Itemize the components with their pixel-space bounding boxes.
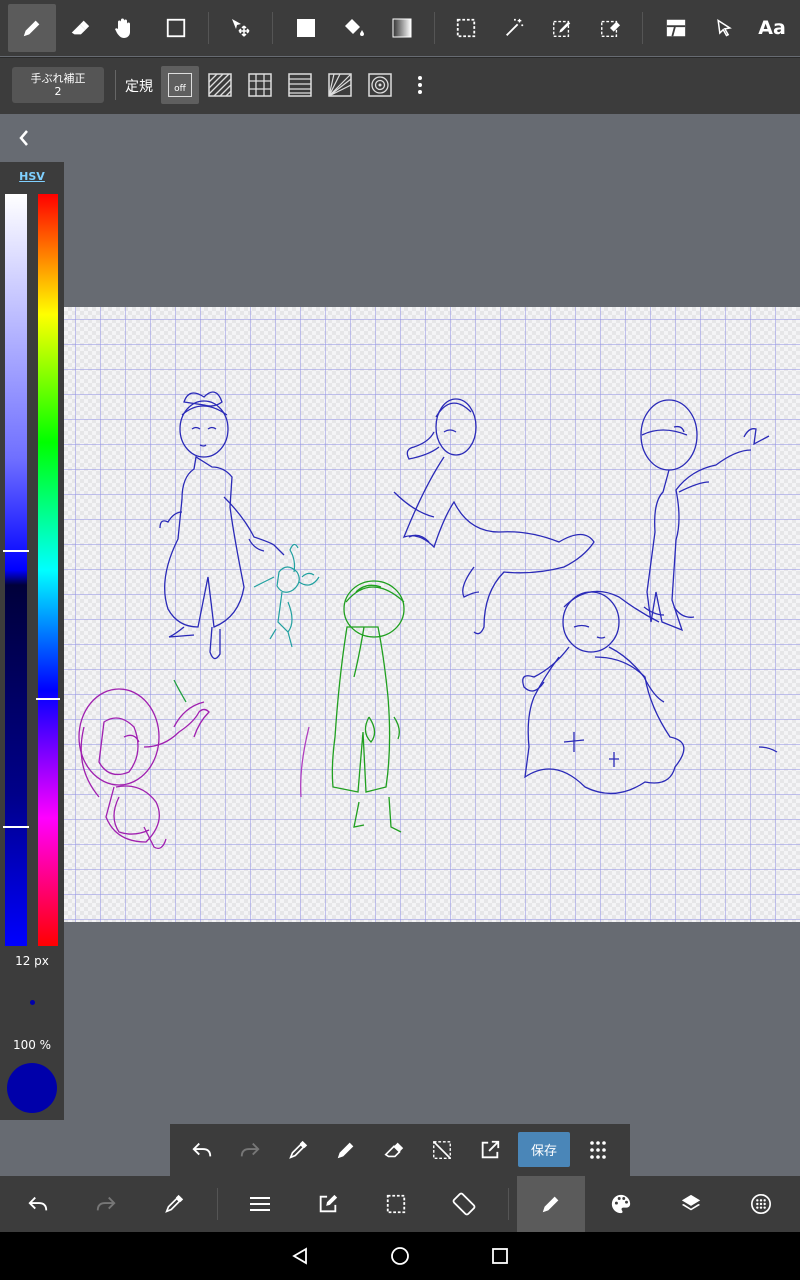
frame-divider-icon[interactable] <box>652 4 700 52</box>
home-nav-icon[interactable] <box>384 1240 416 1272</box>
edit-icon[interactable] <box>294 1176 362 1232</box>
eyedropper-icon[interactable] <box>140 1176 208 1232</box>
more-options-icon[interactable] <box>401 66 439 104</box>
drawing-canvas[interactable] <box>64 307 800 922</box>
horizontal-ruler-icon[interactable] <box>281 66 319 104</box>
deselect-icon[interactable] <box>422 1128 462 1172</box>
sketch-figure-purple <box>78 679 210 850</box>
select-icon[interactable] <box>362 1176 430 1232</box>
sketch-figure-girl-bow <box>159 391 285 660</box>
sketch-figure-dress <box>522 590 778 795</box>
ruler-off-icon[interactable]: off <box>161 66 199 104</box>
stabilizer-value: 2 <box>54 85 62 98</box>
palette-icon[interactable] <box>587 1176 655 1232</box>
sketch-figure-waving <box>640 399 770 632</box>
redo-icon[interactable] <box>72 1176 140 1232</box>
shape-tool-icon[interactable] <box>152 4 200 52</box>
grid-ruler-icon[interactable] <box>241 66 279 104</box>
ruler-off-label: off <box>174 84 186 94</box>
bucket-fill-icon[interactable] <box>330 4 378 52</box>
save-button[interactable]: 保存 <box>518 1132 570 1167</box>
brush-tool-icon[interactable] <box>8 4 56 52</box>
redo-icon[interactable] <box>230 1128 270 1172</box>
pen-icon[interactable] <box>326 1128 366 1172</box>
sketch-figure-dancer <box>393 398 595 635</box>
concentric-ruler-icon[interactable] <box>361 66 399 104</box>
move-tool-icon[interactable] <box>216 4 264 52</box>
bottom-toolbar <box>0 1176 800 1232</box>
brightness-slider[interactable] <box>5 194 27 946</box>
operation-cursor-icon[interactable] <box>700 4 748 52</box>
sketch-figure-small-teal <box>253 543 320 648</box>
rotate-icon[interactable] <box>430 1176 498 1232</box>
color-panel: HSV 12 px 100 % <box>0 162 64 1120</box>
eyedropper-icon[interactable] <box>278 1128 318 1172</box>
stabilizer-label: 手ぶれ補正 <box>30 72 86 85</box>
undo-icon[interactable] <box>182 1128 222 1172</box>
brightness-slider-handle[interactable] <box>3 825 29 828</box>
text-tool-icon[interactable]: Aa <box>748 4 796 52</box>
sketch-figure-green-girl <box>300 580 405 833</box>
hand-tool-icon[interactable] <box>100 4 148 52</box>
magic-wand-icon[interactable] <box>490 4 538 52</box>
hue-slider[interactable] <box>38 194 58 946</box>
eraser-tool-icon[interactable] <box>56 4 104 52</box>
eraser-icon[interactable] <box>374 1128 414 1172</box>
current-color-swatch[interactable] <box>7 1063 57 1113</box>
back-nav-icon[interactable] <box>284 1240 316 1272</box>
opacity-text[interactable]: 100 % <box>0 1038 64 1052</box>
stabilizer-button[interactable]: 手ぶれ補正 2 <box>12 67 104 103</box>
export-icon[interactable] <box>470 1128 510 1172</box>
grid-menu-icon[interactable] <box>578 1128 618 1172</box>
sketch-strokes <box>78 391 778 850</box>
brush-icon[interactable] <box>517 1176 585 1232</box>
select-pen-icon[interactable] <box>538 4 586 52</box>
perspective-ruler-icon[interactable] <box>321 66 359 104</box>
color-mode-label[interactable]: HSV <box>0 170 64 183</box>
select-rect-icon[interactable] <box>442 4 490 52</box>
hue-slider-handle[interactable] <box>36 697 60 700</box>
quick-action-bar: 保存 <box>170 1124 630 1176</box>
undo-icon[interactable] <box>4 1176 72 1232</box>
top-toolbar: Aa <box>0 0 800 56</box>
brush-size-text[interactable]: 12 px <box>0 954 64 968</box>
brush-preview-dot <box>30 1000 35 1005</box>
recents-nav-icon[interactable] <box>484 1240 516 1272</box>
select-eraser-icon[interactable] <box>586 4 634 52</box>
gradient-icon[interactable] <box>378 4 426 52</box>
android-nav-bar <box>0 1232 800 1280</box>
sub-toolbar: 手ぶれ補正 2 定規 off <box>0 57 800 114</box>
saturation-slider-handle[interactable] <box>3 550 29 552</box>
ruler-label: 定規 <box>125 79 153 95</box>
layers-icon[interactable] <box>657 1176 725 1232</box>
fill-rect-icon[interactable] <box>282 4 330 52</box>
collapse-panel-chevron-icon[interactable] <box>14 126 34 150</box>
parallel-ruler-icon[interactable] <box>201 66 239 104</box>
menu-icon[interactable] <box>226 1176 294 1232</box>
more-icon[interactable] <box>727 1176 795 1232</box>
